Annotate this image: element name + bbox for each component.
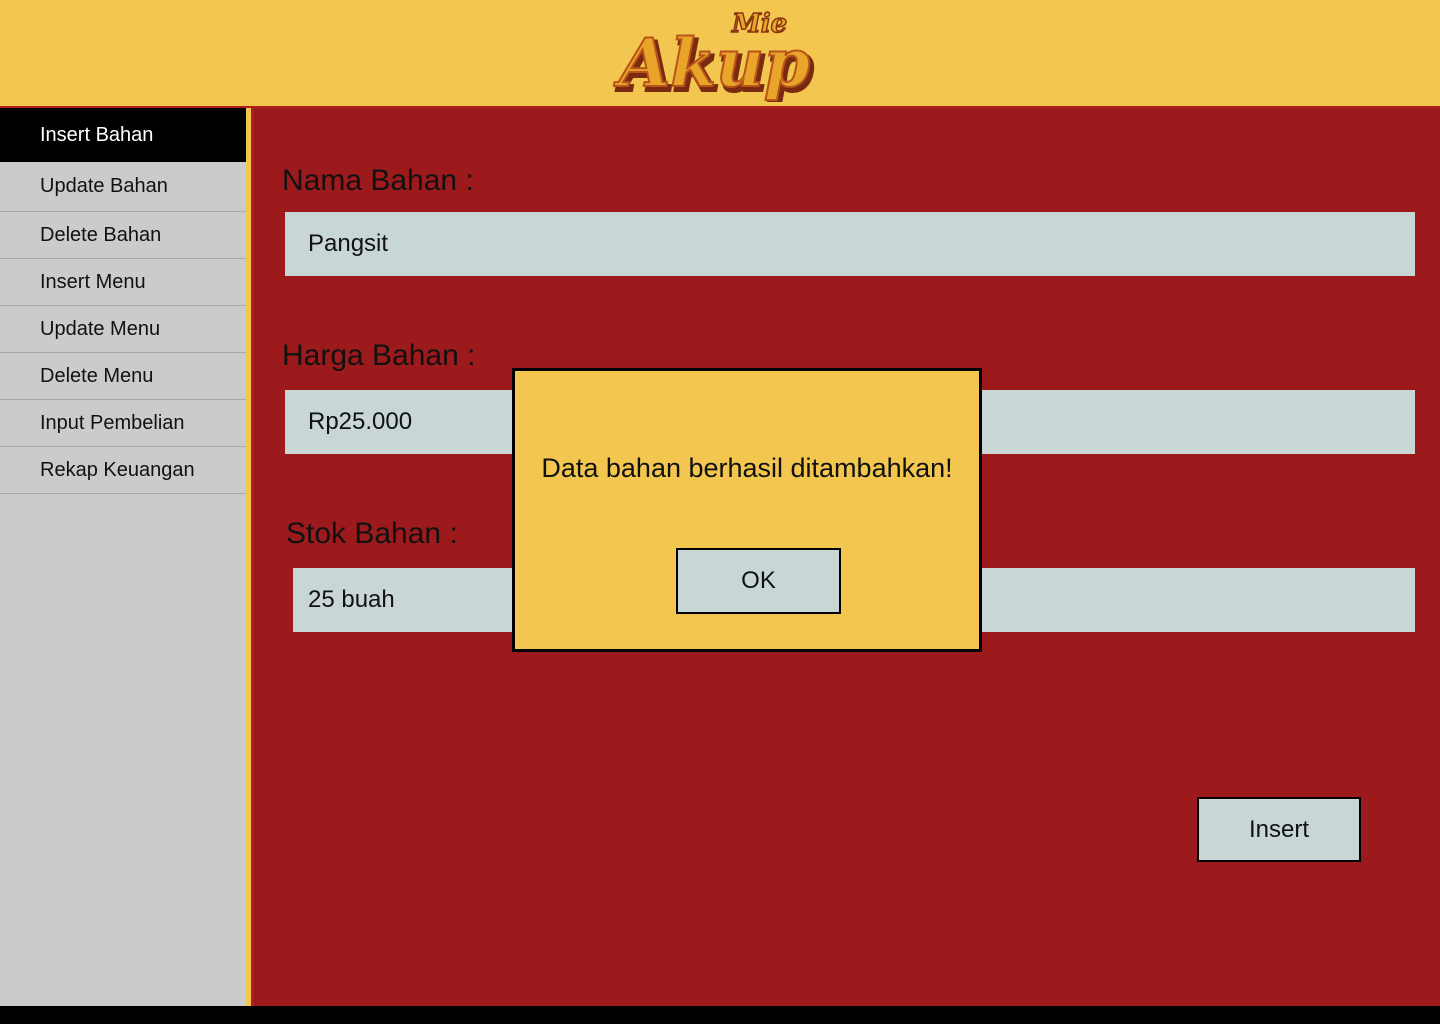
stok-bahan-value: 25 buah bbox=[308, 586, 395, 613]
insert-button[interactable]: Insert bbox=[1197, 797, 1361, 862]
sidebar-item-delete-menu[interactable]: Delete Menu bbox=[0, 353, 246, 400]
sidebar-item-label: Update Bahan bbox=[40, 175, 168, 197]
nama-bahan-input[interactable]: Pangsit bbox=[285, 212, 1415, 276]
svg-text:Mie: Mie bbox=[731, 9, 787, 39]
success-dialog: Data bahan berhasil ditambahkan! OK bbox=[512, 368, 982, 652]
harga-bahan-value: Rp25.000 bbox=[308, 408, 413, 435]
sidebar-item-input-pembelian[interactable]: Input Pembelian bbox=[0, 400, 246, 447]
sidebar-item-update-menu[interactable]: Update Menu bbox=[0, 306, 246, 353]
sidebar-item-label: Insert Bahan bbox=[40, 123, 154, 146]
sidebar-item-label: Input Pembelian bbox=[40, 411, 185, 434]
sidebar-item-label: Delete Menu bbox=[40, 364, 154, 387]
sidebar-item-delete-bahan[interactable]: Delete Bahan bbox=[0, 212, 246, 259]
stok-bahan-label: Stok Bahan : bbox=[286, 517, 458, 550]
ok-button[interactable]: OK bbox=[676, 548, 841, 614]
sidebar-nav: Insert Bahan Update Bahan Delete Bahan I… bbox=[0, 108, 246, 1006]
harga-bahan-label: Harga Bahan : bbox=[282, 339, 476, 372]
sidebar-item-label: Rekap Keuangan bbox=[40, 458, 195, 481]
sidebar-item-label: Delete Bahan bbox=[40, 223, 162, 246]
sidebar-item-label: Insert Menu bbox=[40, 270, 146, 293]
sidebar-item-insert-menu[interactable]: Insert Menu bbox=[0, 259, 246, 306]
sidebar-item-rekap-keuangan[interactable]: Rekap Keuangan bbox=[0, 447, 246, 494]
mie-akup-logo: Akup Akup Mie bbox=[612, 8, 815, 102]
sidebar-item-update-bahan[interactable]: Update Bahan bbox=[0, 162, 246, 212]
dialog-message: Data bahan berhasil ditambahkan! bbox=[541, 453, 953, 483]
header-bar: Akup Akup Mie bbox=[0, 0, 1440, 108]
sidebar-item-label: Update Menu bbox=[40, 317, 161, 340]
nama-bahan-value: Pangsit bbox=[308, 230, 389, 257]
sidebar-item-insert-bahan[interactable]: Insert Bahan bbox=[0, 108, 246, 162]
nama-bahan-label: Nama Bahan : bbox=[282, 164, 474, 197]
